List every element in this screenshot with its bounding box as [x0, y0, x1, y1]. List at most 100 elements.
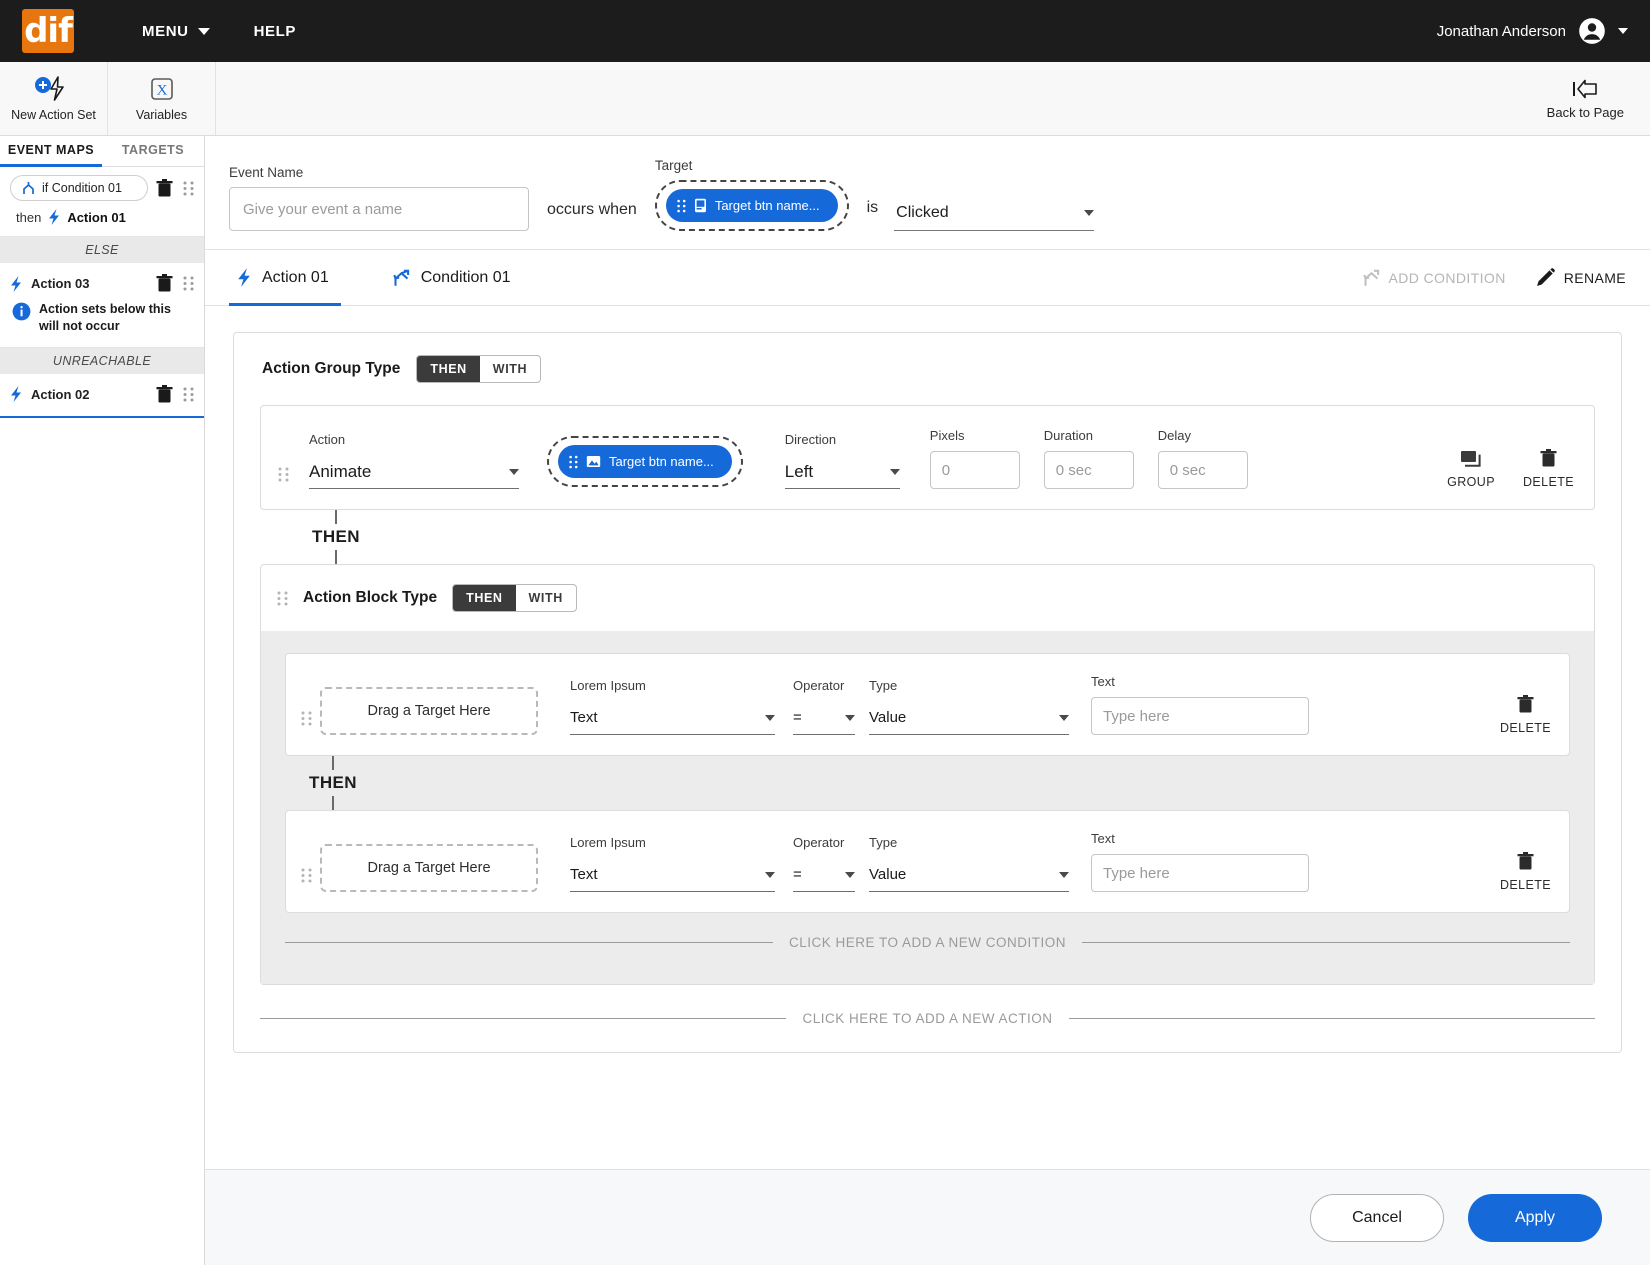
target-chip[interactable]: Target btn name... — [665, 189, 838, 222]
app-logo[interactable]: dif — [22, 9, 74, 53]
action-row-tools: GROUP DELETE — [1447, 449, 1574, 489]
sidebar-tab-targets[interactable]: TARGETS — [102, 136, 204, 166]
condition-field-select[interactable]: Text — [570, 858, 775, 892]
avatar-icon[interactable] — [1578, 17, 1606, 45]
block-type-then-option[interactable]: THEN — [453, 585, 516, 611]
action-block-type-toggle[interactable]: THEN WITH — [452, 584, 577, 612]
delay-input[interactable] — [1157, 451, 1248, 489]
add-condition-button[interactable]: ADD CONDITION — [1362, 269, 1506, 287]
drag-handle-icon[interactable] — [183, 275, 194, 292]
chevron-down-icon[interactable] — [1618, 28, 1628, 34]
new-action-set-icon — [31, 75, 77, 102]
sidebar-else-block: Action 03 Action sets below this will no… — [0, 263, 204, 348]
condition-operator-select[interactable]: = — [793, 858, 855, 892]
back-to-page-button[interactable]: Back to Page — [1547, 62, 1650, 135]
sidebar-tab-event-maps[interactable]: EVENT MAPS — [0, 136, 102, 167]
condition-field-group: Lorem Ipsum Text — [570, 678, 775, 735]
action-select[interactable]: Animate — [309, 455, 519, 489]
add-condition-line[interactable]: CLICK HERE TO ADD A NEW CONDITION — [285, 935, 1570, 960]
occurs-when-label: occurs when — [547, 201, 637, 218]
delete-condition-button[interactable]: DELETE — [1500, 852, 1551, 892]
condition-type-label: Type — [869, 678, 898, 693]
drag-handle-icon — [278, 467, 288, 482]
pixels-input[interactable] — [929, 451, 1020, 489]
action-group-type-toggle[interactable]: THEN WITH — [416, 355, 542, 383]
add-action-line[interactable]: CLICK HERE TO ADD A NEW ACTION — [260, 1011, 1595, 1052]
action-block-header: Action Block Type THEN WITH — [261, 565, 1594, 631]
action-target-dropzone[interactable]: Target btn name... — [547, 436, 743, 487]
condition-text-input[interactable] — [1091, 854, 1309, 892]
condition-target-dropzone[interactable]: Drag a Target Here — [320, 687, 538, 735]
drag-handle-icon[interactable] — [183, 386, 194, 403]
direction-group: Direction Left — [784, 432, 900, 489]
variables-button[interactable]: X Variables — [108, 62, 216, 135]
group-button[interactable]: GROUP — [1447, 450, 1495, 489]
sidebar-action-02-label: Action 02 — [31, 386, 90, 402]
sidebar-item-action-01[interactable]: Action 01 — [67, 210, 126, 225]
delete-condition-button[interactable]: DELETE — [1500, 695, 1551, 735]
sidebar-row-icons — [156, 384, 194, 404]
condition-type-select[interactable]: Value — [869, 858, 1069, 892]
image-icon — [586, 456, 601, 467]
trash-icon[interactable] — [156, 274, 173, 293]
event-name-input[interactable] — [229, 187, 529, 231]
menu-button[interactable]: MENU — [142, 23, 210, 40]
condition-type-label: Type — [869, 835, 898, 850]
apply-button[interactable]: Apply — [1468, 1193, 1602, 1242]
action-target-chip[interactable]: Target btn name... — [558, 445, 732, 478]
tab-action-01[interactable]: Action 01 — [229, 250, 359, 306]
delete-action-button[interactable]: DELETE — [1523, 449, 1574, 489]
chevron-down-icon — [765, 714, 775, 721]
condition-row-drag-handle[interactable] — [298, 710, 314, 727]
trash-icon[interactable] — [156, 178, 173, 198]
user-area[interactable]: Jonathan Anderson — [1437, 17, 1628, 45]
new-action-set-button[interactable]: New Action Set — [0, 62, 108, 135]
tab-condition-01[interactable]: Condition 01 — [385, 250, 541, 306]
condition-branch-icon — [1362, 269, 1379, 286]
condition-type-group: Type Value — [869, 835, 1069, 892]
condition-text-label: Text — [1091, 831, 1115, 846]
chevron-down-icon — [889, 468, 900, 475]
drag-handle-icon[interactable] — [277, 590, 288, 607]
duration-input[interactable] — [1043, 451, 1134, 489]
sidebar-item-action-03[interactable]: Action 03 — [10, 275, 148, 292]
condition-text-input[interactable] — [1091, 697, 1309, 735]
condition-operator-select[interactable]: = — [793, 701, 855, 735]
condition-target-dropzone[interactable]: Drag a Target Here — [320, 844, 538, 892]
top-bar: dif MENU HELP Jonathan Anderson — [0, 0, 1650, 62]
delay-label: Delay — [1157, 428, 1192, 443]
then-connector-group: THEN — [310, 510, 362, 564]
condition-field-select[interactable]: Text — [570, 701, 775, 735]
condition-type-value: Value — [869, 709, 907, 726]
group-icon — [1461, 451, 1481, 467]
action-row-drag-handle[interactable] — [275, 466, 291, 483]
sidebar-condition-block: if Condition 01 then Action 01 — [0, 167, 204, 237]
pencil-icon — [1536, 268, 1555, 286]
action-select-label: Action — [309, 432, 346, 447]
direction-select[interactable]: Left — [784, 455, 900, 489]
condition-field-label: Lorem Ipsum — [570, 835, 646, 850]
block-type-with-option[interactable]: WITH — [516, 585, 576, 611]
trash-icon[interactable] — [156, 384, 173, 404]
tab-action-01-label: Action 01 — [262, 268, 329, 286]
group-type-then-option[interactable]: THEN — [417, 356, 480, 382]
condition-operator-label: Operator — [793, 678, 845, 693]
rename-button[interactable]: RENAME — [1536, 268, 1626, 287]
footer-bar: Cancel Apply — [205, 1169, 1650, 1265]
duration-group: Duration — [1043, 428, 1134, 489]
condition-operator-group: Operator = — [793, 835, 855, 892]
sidebar-condition-row: if Condition 01 — [0, 167, 204, 205]
group-type-with-option[interactable]: WITH — [480, 356, 540, 382]
trigger-select[interactable]: Clicked — [894, 195, 1095, 231]
cancel-button[interactable]: Cancel — [1310, 1193, 1444, 1242]
action-block-card: Action Block Type THEN WITH Drag a Targe… — [260, 564, 1595, 985]
sidebar-item-action-02[interactable]: Action 02 — [10, 386, 148, 403]
sidebar: EVENT MAPS TARGETS if Condition 01 then … — [0, 136, 205, 1265]
target-dropzone[interactable]: Target btn name... — [654, 180, 849, 231]
sidebar-item-condition-01[interactable]: if Condition 01 — [10, 175, 148, 201]
condition-type-select[interactable]: Value — [869, 701, 1069, 735]
drag-handle-icon[interactable] — [183, 180, 194, 197]
chevron-down-icon — [1059, 714, 1069, 721]
help-button[interactable]: HELP — [254, 23, 296, 40]
condition-row-drag-handle[interactable] — [298, 867, 314, 884]
